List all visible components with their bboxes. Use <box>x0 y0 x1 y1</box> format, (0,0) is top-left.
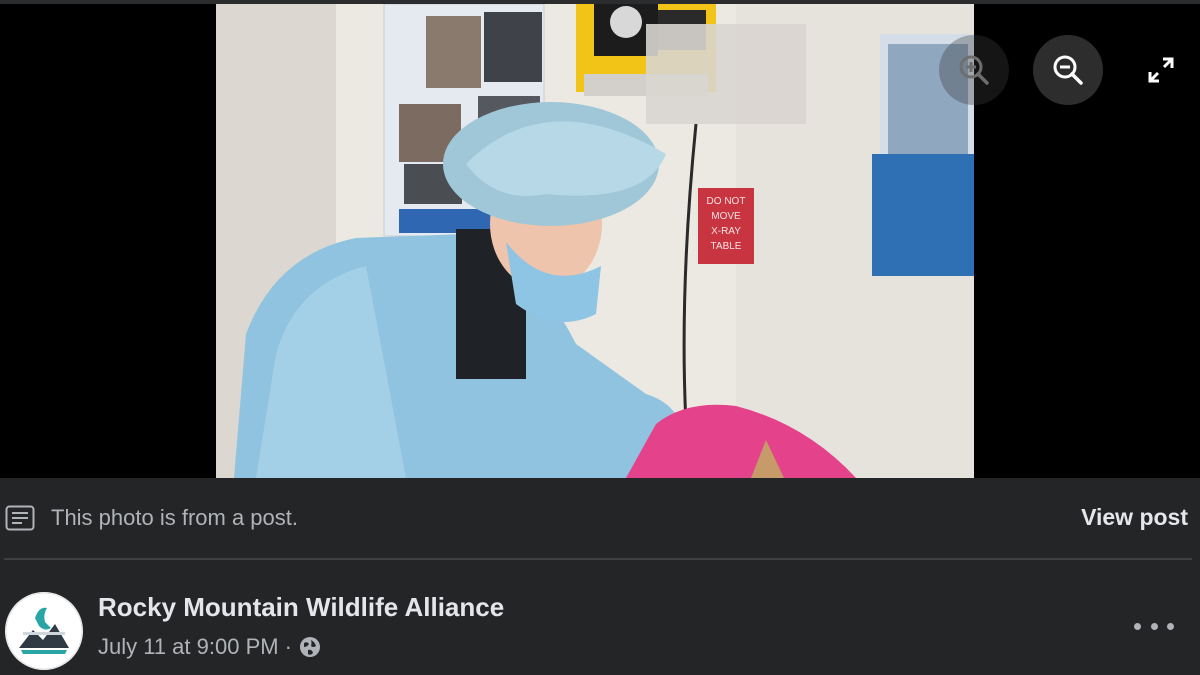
sign-line-3: X-RAY <box>711 226 741 237</box>
sign-line-1: DO NOT <box>707 196 746 207</box>
photo-viewer: DO NOT MOVE X-RAY TABLE <box>0 0 1200 478</box>
photo-illustration: DO NOT MOVE X-RAY TABLE <box>216 4 974 478</box>
post-photo[interactable]: DO NOT MOVE X-RAY TABLE <box>216 4 974 478</box>
divider <box>4 558 1192 560</box>
page-name-link[interactable]: Rocky Mountain Wildlife Alliance <box>98 592 504 623</box>
more-options-button[interactable] <box>1134 618 1174 634</box>
post-notice-text: This photo is from a post. <box>51 505 298 530</box>
sign-line-4: TABLE <box>711 241 742 252</box>
more-options-icon <box>1134 622 1141 630</box>
post-notice: This photo is from a post. View post <box>0 478 1200 558</box>
zoom-out-button[interactable] <box>1033 35 1103 105</box>
post-note-icon <box>5 505 35 531</box>
wildlife-logo-icon <box>5 592 83 670</box>
zoom-out-icon <box>1053 55 1083 85</box>
zoom-in-button[interactable] <box>939 35 1009 105</box>
fullscreen-button[interactable] <box>1126 35 1196 105</box>
post-meta: July 11 at 9:00 PM · <box>98 634 322 660</box>
post-timestamp[interactable]: July 11 at 9:00 PM <box>98 634 279 660</box>
zoom-in-icon <box>959 55 989 85</box>
meta-separator: · <box>284 634 292 659</box>
globe-icon[interactable] <box>298 635 322 659</box>
more-options-icon <box>1167 622 1174 630</box>
post-info-panel: This photo is from a post. View post Roc… <box>0 478 1200 675</box>
view-post-link[interactable]: View post <box>1081 504 1188 531</box>
more-options-icon <box>1150 622 1158 630</box>
sign-line-2: MOVE <box>711 211 741 222</box>
page-avatar[interactable] <box>5 592 83 670</box>
fullscreen-icon <box>1148 57 1174 83</box>
